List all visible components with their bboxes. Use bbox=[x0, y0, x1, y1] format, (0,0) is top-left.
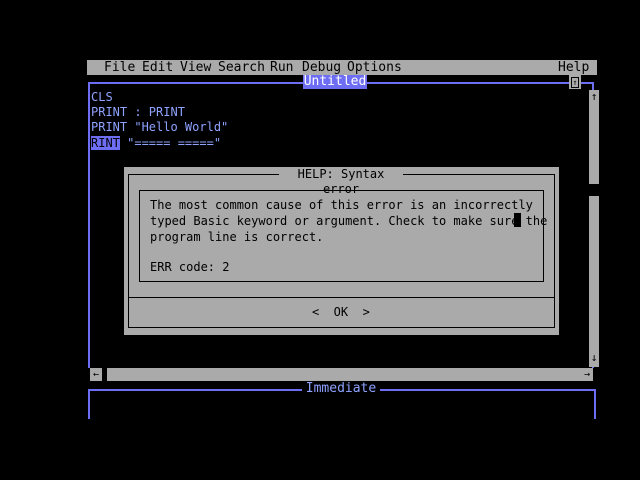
menu-search[interactable]: Search bbox=[218, 60, 265, 75]
scroll-right-arrow-icon[interactable]: → bbox=[581, 368, 593, 381]
scroll-left-arrow-icon[interactable]: ← bbox=[90, 368, 102, 381]
highlighted-keyword: RINT bbox=[91, 136, 120, 150]
menu-help[interactable]: Help bbox=[558, 60, 589, 75]
menu-options[interactable]: Options bbox=[347, 60, 402, 75]
horizontal-scroll-thumb[interactable] bbox=[102, 368, 107, 381]
message-line: The most common cause of this error is a… bbox=[150, 198, 533, 212]
text-cursor bbox=[514, 213, 521, 227]
menu-run[interactable]: Run bbox=[270, 60, 293, 75]
code-line[interactable]: CLS bbox=[91, 90, 113, 105]
vertical-scrollbar[interactable] bbox=[589, 90, 599, 367]
message-line: program line is correct. bbox=[150, 230, 324, 244]
maximize-icon: ↑ bbox=[571, 77, 579, 88]
menu-debug[interactable]: Debug bbox=[302, 60, 341, 75]
menu-bar: File Edit View Search Run Debug Options … bbox=[87, 60, 597, 75]
menu-file[interactable]: File bbox=[104, 60, 135, 75]
scroll-down-arrow-icon[interactable]: ↓ bbox=[589, 351, 599, 365]
immediate-window-right-border bbox=[594, 389, 596, 419]
scroll-up-arrow-icon[interactable]: ↑ bbox=[589, 90, 599, 104]
horizontal-scrollbar[interactable] bbox=[90, 368, 593, 381]
vertical-scroll-thumb[interactable] bbox=[589, 184, 599, 196]
dialog-title: HELP: Syntax error bbox=[279, 167, 403, 196]
editor-title: Untitled bbox=[303, 74, 367, 89]
code-line[interactable]: PRINT "Hello World" bbox=[91, 120, 228, 135]
maximize-button[interactable]: ↑ bbox=[569, 75, 581, 89]
dialog-separator bbox=[128, 297, 555, 298]
code-line[interactable]: PRINT : PRINT bbox=[91, 105, 185, 120]
menu-view[interactable]: View bbox=[180, 60, 211, 75]
immediate-window-left-border bbox=[88, 389, 90, 419]
code-line-current[interactable]: RINT "===== =====" bbox=[91, 136, 221, 151]
message-line: typed Basic keyword or argument. Check t… bbox=[150, 214, 548, 228]
error-code: ERR code: 2 bbox=[150, 260, 230, 274]
code-line-rest: "===== =====" bbox=[119, 136, 222, 150]
menu-edit[interactable]: Edit bbox=[142, 60, 173, 75]
immediate-window-title[interactable]: Immediate bbox=[302, 382, 380, 396]
ok-button[interactable]: < OK > bbox=[312, 304, 370, 320]
